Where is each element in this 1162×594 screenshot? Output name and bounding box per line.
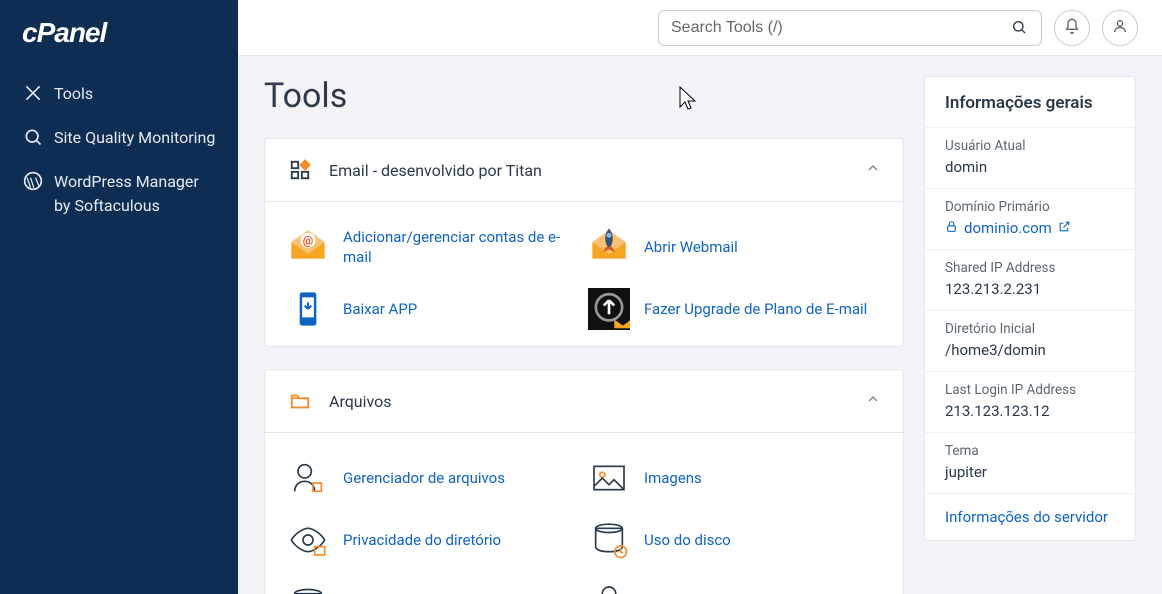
tool-file-manager[interactable]: Gerenciador de arquivos [287,447,580,509]
info-label: Usuário Atual [945,138,1115,154]
phone-download-icon [287,288,329,330]
info-value: /home3/domin [945,341,1115,359]
monitor-icon [22,126,44,148]
user-button[interactable] [1102,10,1138,46]
notifications-button[interactable] [1054,10,1090,46]
info-value: jupiter [945,463,1115,481]
tool-label: Privacidade do diretório [343,530,501,550]
panel-header-email[interactable]: Email - desenvolvido por Titan [265,139,903,201]
tool-label: Abrir Webmail [644,237,738,257]
external-link-icon [1058,219,1071,237]
sidebar-item-label: Site Quality Monitoring [54,126,215,150]
web-disk-icon [287,581,329,594]
tool-ftp[interactable]: FTP Contas de FTP [588,571,881,594]
tool-web-disk[interactable]: Disco Web [287,571,580,594]
panel-header-files[interactable]: Arquivos [265,370,903,432]
info-row-lastlogin: Last Login IP Address 213.123.123.12 [925,372,1135,433]
info-value-domain[interactable]: dominio.com [945,219,1115,237]
info-row-home: Diretório Inicial /home3/domin [925,311,1135,372]
svg-text:cPanel: cPanel [22,20,108,48]
brand-logo: cPanel [0,0,238,72]
info-value: 213.123.123.12 [945,402,1115,420]
svg-text:@: @ [303,234,313,248]
lock-icon [945,219,958,237]
search-icon [1011,19,1029,37]
tool-label: Fazer Upgrade de Plano de E-mail [644,299,867,319]
tool-label: Baixar APP [343,299,417,319]
mail-upgrade-icon [588,288,630,330]
info-label: Last Login IP Address [945,382,1115,398]
tool-directory-privacy[interactable]: Privacidade do diretório [287,509,580,571]
mail-rocket-icon [588,226,630,268]
sidebar-item-label: WordPress Manager by Softaculous [54,170,216,218]
info-label: Domínio Primário [945,199,1115,215]
tool-open-webmail[interactable]: Abrir Webmail [588,216,881,278]
info-label: Diretório Inicial [945,321,1115,337]
info-label: Tema [945,443,1115,459]
tool-add-email[interactable]: @ Adicionar/gerenciar contas de e-mail [287,216,580,278]
sidebar: cPanel Tools Site Quality Monitoring [0,0,238,594]
sidebar-item-wordpress[interactable]: WordPress Manager by Softaculous [0,160,238,228]
chevron-up-icon [865,160,881,180]
mail-at-icon: @ [287,226,329,268]
wordpress-icon [22,170,44,192]
topbar [238,0,1162,56]
folder-icon [287,388,313,414]
tool-disk-usage[interactable]: Uso do disco [588,509,881,571]
chevron-up-icon [865,391,881,411]
info-row-domain: Domínio Primário dominio.com [925,189,1135,250]
tool-label: Adicionar/gerenciar contas de e-mail [343,227,580,268]
info-row-theme: Tema jupiter [925,433,1135,494]
tool-upgrade-email[interactable]: Fazer Upgrade de Plano de E-mail [588,278,881,340]
info-panel: Informações gerais Usuário Atual domin D… [924,76,1136,541]
images-icon [588,457,630,499]
tool-download-app[interactable]: Baixar APP [287,278,580,340]
info-row-ip: Shared IP Address 123.213.2.231 [925,250,1135,311]
info-label: Shared IP Address [945,260,1115,276]
tool-label: Imagens [644,468,702,488]
panel-files: Arquivos [264,369,904,594]
sidebar-item-label: Tools [54,82,93,106]
search-box[interactable] [658,10,1042,46]
tool-images[interactable]: Imagens [588,447,881,509]
disk-usage-icon [588,519,630,561]
server-info-link[interactable]: Informações do servidor [925,494,1135,540]
info-value: 123.213.2.231 [945,280,1115,298]
panel-title: Email - desenvolvido por Titan [329,161,865,180]
user-icon [1112,18,1128,38]
search-input[interactable] [671,19,1011,37]
panel-title: Arquivos [329,392,865,411]
apps-icon [287,157,313,183]
panel-email: Email - desenvolvido por Titan [264,138,904,347]
tool-label: Uso do disco [644,530,731,550]
info-title: Informações gerais [925,77,1135,128]
sidebar-item-tools[interactable]: Tools [0,72,238,116]
tools-icon [22,82,44,104]
tool-label: Gerenciador de arquivos [343,468,505,488]
bell-icon [1064,18,1080,38]
page-title: Tools [264,76,904,116]
sidebar-item-site-quality[interactable]: Site Quality Monitoring [0,116,238,160]
info-value: domin [945,158,1115,176]
info-row-user: Usuário Atual domin [925,128,1135,189]
file-manager-icon [287,457,329,499]
ftp-icon: FTP [588,581,630,594]
privacy-icon [287,519,329,561]
